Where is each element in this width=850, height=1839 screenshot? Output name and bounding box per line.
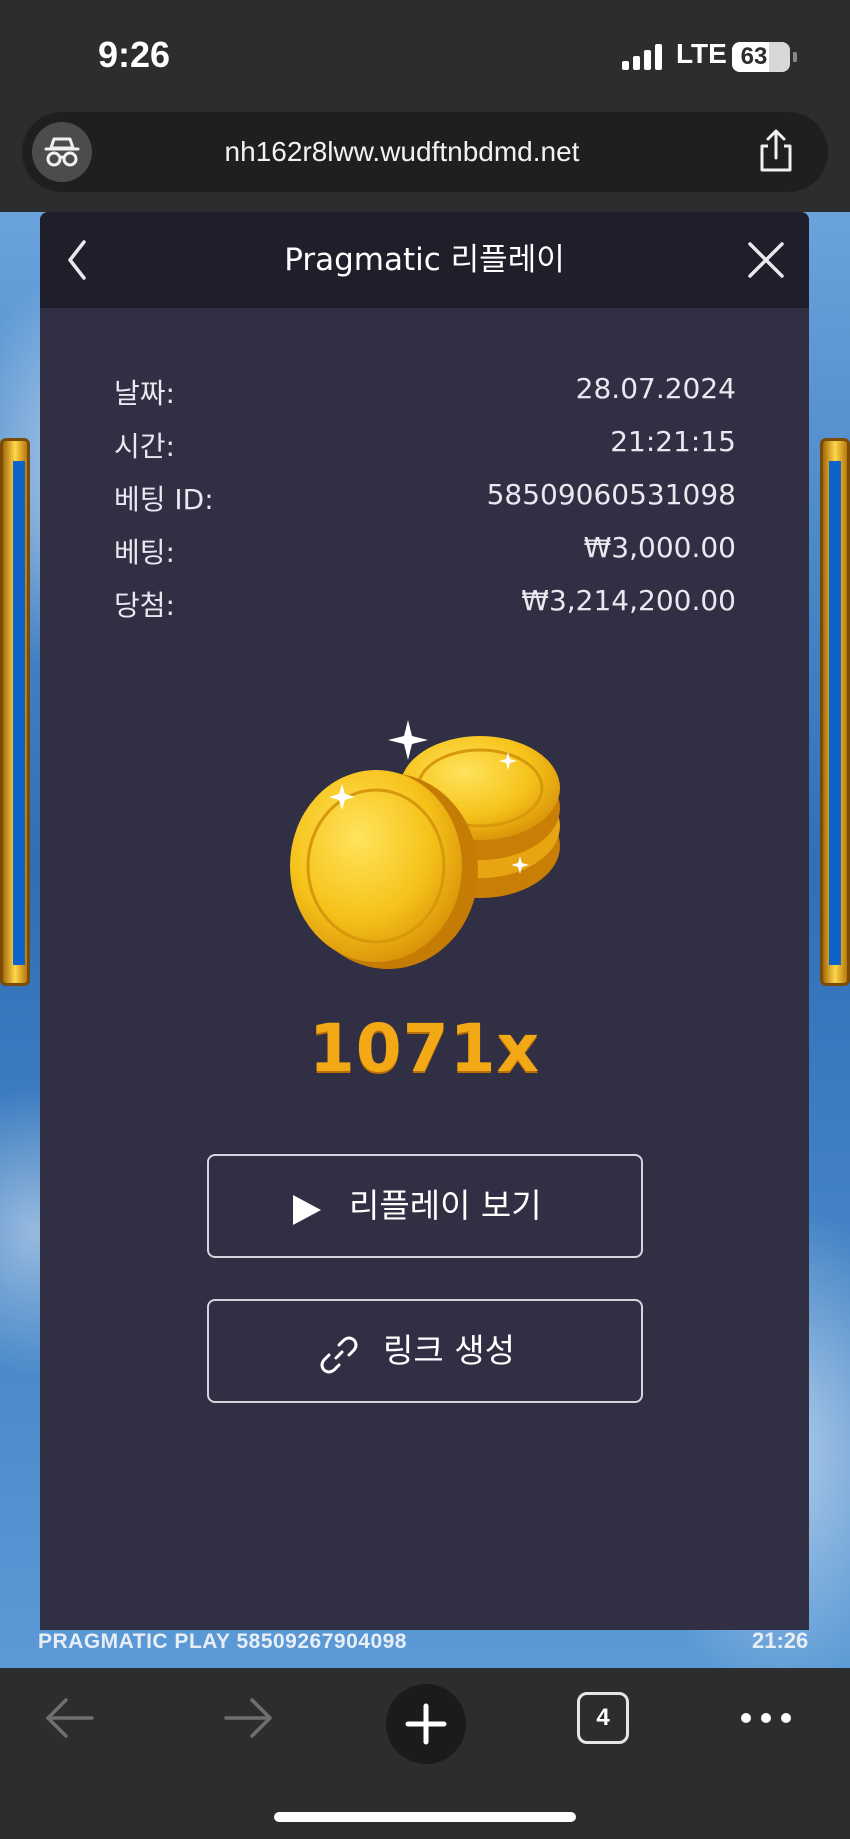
home-indicator[interactable] xyxy=(274,1812,576,1822)
detail-label: 날짜: xyxy=(114,377,175,410)
tabs-icon[interactable]: 4 xyxy=(577,1692,629,1744)
create-link-label: 링크 생성 xyxy=(383,1331,515,1370)
detail-row-win: 당첨: ₩3,214,200.00 xyxy=(114,584,736,632)
arrow-right-icon[interactable] xyxy=(218,1694,278,1742)
incognito-icon xyxy=(44,137,80,167)
network-label: LTE xyxy=(676,38,727,69)
detail-label: 베팅: xyxy=(114,536,175,569)
detail-value: 28.07.2024 xyxy=(575,372,736,405)
back-icon xyxy=(68,240,86,280)
game-footer-id: PRAGMATIC PLAY 58509267904098 xyxy=(38,1630,407,1653)
detail-label: 당첨: xyxy=(114,589,175,622)
coins-icon xyxy=(280,696,580,996)
link-icon xyxy=(320,1336,358,1374)
game-frame-right xyxy=(820,438,850,986)
url-text[interactable]: nh162r8lww.wudftnbdmd.net xyxy=(122,112,682,192)
game-frame-left xyxy=(0,438,30,986)
modal-header: Pragmatic 리플레이 xyxy=(40,212,809,308)
replay-modal: Pragmatic 리플레이 날짜: 28.07.2024 시간: 21:21:… xyxy=(40,212,809,1630)
arrow-left-icon[interactable] xyxy=(40,1694,100,1742)
detail-row-bet-id: 베팅 ID: 58509060531098 xyxy=(114,478,736,526)
detail-row-bet: 베팅: ₩3,000.00 xyxy=(114,531,736,579)
modal-title: Pragmatic 리플레이 xyxy=(284,242,565,278)
address-bar[interactable]: nh162r8lww.wudftnbdmd.net xyxy=(22,112,828,192)
create-link-button[interactable]: 링크 생성 xyxy=(207,1299,643,1403)
close-icon xyxy=(748,242,784,278)
play-icon xyxy=(293,1195,321,1225)
status-bar: 9:26 LTE 63 xyxy=(0,0,850,110)
detail-label: 시간: xyxy=(114,430,175,463)
view-replay-button[interactable]: 리플레이 보기 xyxy=(207,1154,643,1258)
detail-value: ₩3,214,200.00 xyxy=(521,584,736,617)
incognito-button[interactable] xyxy=(32,122,92,182)
view-replay-label: 리플레이 보기 xyxy=(349,1186,542,1225)
detail-value: 21:21:15 xyxy=(610,425,736,458)
battery-nub xyxy=(793,52,797,62)
browser-toolbar: 4 xyxy=(0,1668,850,1839)
share-button[interactable] xyxy=(750,126,802,178)
battery-level: 63 xyxy=(740,43,768,70)
back-button[interactable] xyxy=(50,232,106,288)
close-button[interactable] xyxy=(740,234,792,286)
detail-value: ₩3,000.00 xyxy=(583,531,736,564)
new-tab-button[interactable] xyxy=(386,1684,466,1764)
more-icon[interactable] xyxy=(738,1698,794,1738)
detail-label: 베팅 ID: xyxy=(114,483,214,516)
battery-icon: 63 xyxy=(732,42,790,72)
game-footer-time: 21:26 xyxy=(752,1628,809,1653)
signal-icon xyxy=(622,44,664,70)
win-multiplier: 1071x xyxy=(308,1010,541,1087)
plus-icon xyxy=(405,1703,447,1745)
share-icon xyxy=(760,129,792,172)
detail-value: 58509060531098 xyxy=(486,478,736,511)
detail-row-time: 시간: 21:21:15 xyxy=(114,425,736,473)
detail-row-date: 날짜: 28.07.2024 xyxy=(114,372,736,420)
status-time: 9:26 xyxy=(98,34,171,75)
